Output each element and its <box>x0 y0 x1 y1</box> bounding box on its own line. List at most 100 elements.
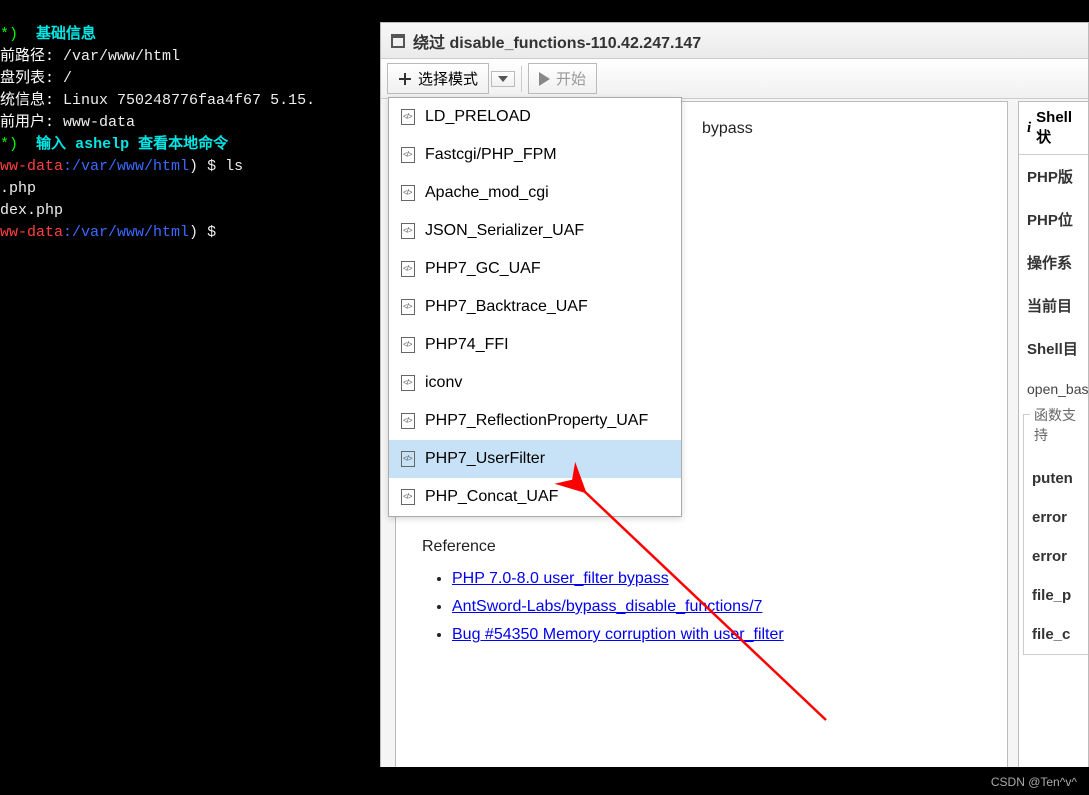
code-file-icon <box>401 337 415 353</box>
start-label: 开始 <box>556 68 586 89</box>
reference-link[interactable]: Bug #54350 Memory corruption with user_f… <box>452 626 784 643</box>
term-sys: Linux 750248776faa4f67 5.15. <box>63 92 315 109</box>
mode-option-ld-preload[interactable]: LD_PRELOAD <box>389 98 681 136</box>
plus-icon <box>398 72 412 86</box>
select-mode-label: 选择模式 <box>418 68 478 89</box>
term-help-rest: 查看本地命令 <box>138 136 228 153</box>
prompt-path2: :/var/www/html <box>63 224 189 241</box>
mode-option-label: iconv <box>425 374 462 392</box>
term-sys-label: 统信息: <box>0 92 54 109</box>
reference-item: PHP 7.0-8.0 user_filter bypass <box>452 570 981 588</box>
prompt-user: ww-data <box>0 158 63 175</box>
cmd-ls: ls <box>225 158 243 175</box>
code-file-icon <box>401 299 415 315</box>
window-title: 绕过 disable_functions-110.42.247.147 <box>413 29 701 53</box>
select-mode-chevron[interactable] <box>491 71 515 87</box>
reference-list: PHP 7.0-8.0 user_filter bypass AntSword-L… <box>452 570 981 644</box>
term-path: /var/www/html <box>63 48 180 65</box>
reference-item: AntSword-Labs/bypass_disable_functions/7 <box>452 598 981 616</box>
chevron-down-icon <box>498 76 508 82</box>
info-icon: i <box>1027 120 1031 137</box>
prompt-paren2: ) <box>189 224 198 241</box>
select-mode-button[interactable]: 选择模式 <box>387 63 489 94</box>
window-titlebar[interactable]: 绕过 disable_functions-110.42.247.147 <box>381 23 1088 59</box>
prompt-user2: ww-data <box>0 224 63 241</box>
term-help-cmd: ashelp <box>75 136 129 153</box>
term-star: *) <box>0 26 18 43</box>
prompt-dollar2: $ <box>198 224 225 241</box>
mode-option-json-serializer-uaf[interactable]: JSON_Serializer_UAF <box>389 212 681 250</box>
reference-link[interactable]: PHP 7.0-8.0 user_filter bypass <box>452 570 669 587</box>
term-file2: dex.php <box>0 202 63 219</box>
func-row: error <box>1024 537 1088 576</box>
window-icon <box>391 34 405 48</box>
code-file-icon <box>401 223 415 239</box>
func-row: puten <box>1024 459 1088 498</box>
term-help-star: *) <box>0 136 18 153</box>
code-file-icon <box>401 109 415 125</box>
code-file-icon <box>401 451 415 467</box>
term-help-input: 输入 <box>36 136 66 153</box>
term-disk: / <box>63 70 72 87</box>
sidepanel-row: PHP位 <box>1019 198 1088 241</box>
sidepanel-row: 操作系 <box>1019 241 1088 284</box>
code-file-icon <box>401 413 415 429</box>
sidepanel-row: PHP版 <box>1019 155 1088 198</box>
mode-option-apache-mod-cgi[interactable]: Apache_mod_cgi <box>389 174 681 212</box>
reference-link[interactable]: AntSword-Labs/bypass_disable_functions/7 <box>452 598 762 615</box>
mode-option-php7-backtrace-uaf[interactable]: PHP7_Backtrace_UAF <box>389 288 681 326</box>
code-file-icon <box>401 147 415 163</box>
mode-option-label: PHP74_FFI <box>425 336 509 354</box>
mode-option-php-concat-uaf[interactable]: PHP_Concat_UAF <box>389 478 681 516</box>
start-button[interactable]: 开始 <box>528 63 597 94</box>
mode-option-php7-gc-uaf[interactable]: PHP7_GC_UAF <box>389 250 681 288</box>
code-file-icon <box>401 489 415 505</box>
reference-heading: Reference <box>422 538 981 556</box>
play-icon <box>539 72 550 86</box>
mode-option-label: PHP7_UserFilter <box>425 450 545 468</box>
code-file-icon <box>401 185 415 201</box>
toolbar-separator <box>521 66 522 92</box>
mode-option-label: LD_PRELOAD <box>425 108 531 126</box>
sidepanel-row: Shell目 <box>1019 327 1088 370</box>
bypass-window: 绕过 disable_functions-110.42.247.147 选择模式… <box>380 22 1089 767</box>
term-disk-label: 盘列表: <box>0 70 54 87</box>
prompt-path: :/var/www/html <box>63 158 189 175</box>
mode-option-php74-ffi[interactable]: PHP74_FFI <box>389 326 681 364</box>
mode-option-label: PHP7_Backtrace_UAF <box>425 298 588 316</box>
sidepanel-title: Shell状 <box>1036 109 1080 147</box>
mode-option-php7-reflectionproperty-uaf[interactable]: PHP7_ReflectionProperty_UAF <box>389 402 681 440</box>
mode-option-php7-userfilter[interactable]: PHP7_UserFilter <box>389 440 681 478</box>
mode-option-label: Apache_mod_cgi <box>425 184 549 202</box>
toolbar: 选择模式 LD_PRELOADFastcgi/PHP_FPMApache_mod… <box>381 59 1088 99</box>
watermark: CSDN @Ten^v^ <box>991 775 1077 789</box>
code-file-icon <box>401 375 415 391</box>
reference-item: Bug #54350 Memory corruption with user_f… <box>452 626 981 644</box>
mode-option-label: PHP_Concat_UAF <box>425 488 558 506</box>
shell-status-panel: i Shell状 PHP版PHP位操作系当前目Shell目 open_bas 函… <box>1018 101 1088 767</box>
func-row: file_p <box>1024 576 1088 615</box>
func-row: error <box>1024 498 1088 537</box>
mode-option-label: Fastcgi/PHP_FPM <box>425 146 557 164</box>
func-row: file_c <box>1024 615 1088 654</box>
term-file1: .php <box>0 180 36 197</box>
terminal-panel: *) 基础信息 前路径: /var/www/html 盘列表: / 统信息: L… <box>0 0 380 767</box>
mode-dropdown[interactable]: LD_PRELOAD Fastcgi/PHP_FPM Apache_mod_cgi J… <box>388 97 682 517</box>
term-user-label: 前用户: <box>0 114 54 131</box>
sidepanel-header: i Shell状 <box>1019 102 1088 155</box>
mode-option-label: PHP7_ReflectionProperty_UAF <box>425 412 648 430</box>
func-support-group: 函数支持 dl ✗putenerrorerrorfile_pfile_c <box>1023 414 1088 655</box>
term-user: www-data <box>63 114 135 131</box>
sidepanel-row: 当前目 <box>1019 284 1088 327</box>
mode-option-label: PHP7_GC_UAF <box>425 260 541 278</box>
openbase-row: open_bas <box>1019 370 1088 408</box>
mode-option-label: JSON_Serializer_UAF <box>425 222 584 240</box>
mode-option-fastcgi-php-fpm[interactable]: Fastcgi/PHP_FPM <box>389 136 681 174</box>
func-group-label: 函数支持 <box>1030 405 1088 445</box>
term-basicinfo: 基础信息 <box>36 26 96 43</box>
prompt-paren: ) <box>189 158 198 175</box>
term-path-label: 前路径: <box>0 48 54 65</box>
prompt-dollar: $ <box>198 158 225 175</box>
mode-option-iconv[interactable]: iconv <box>389 364 681 402</box>
code-file-icon <box>401 261 415 277</box>
